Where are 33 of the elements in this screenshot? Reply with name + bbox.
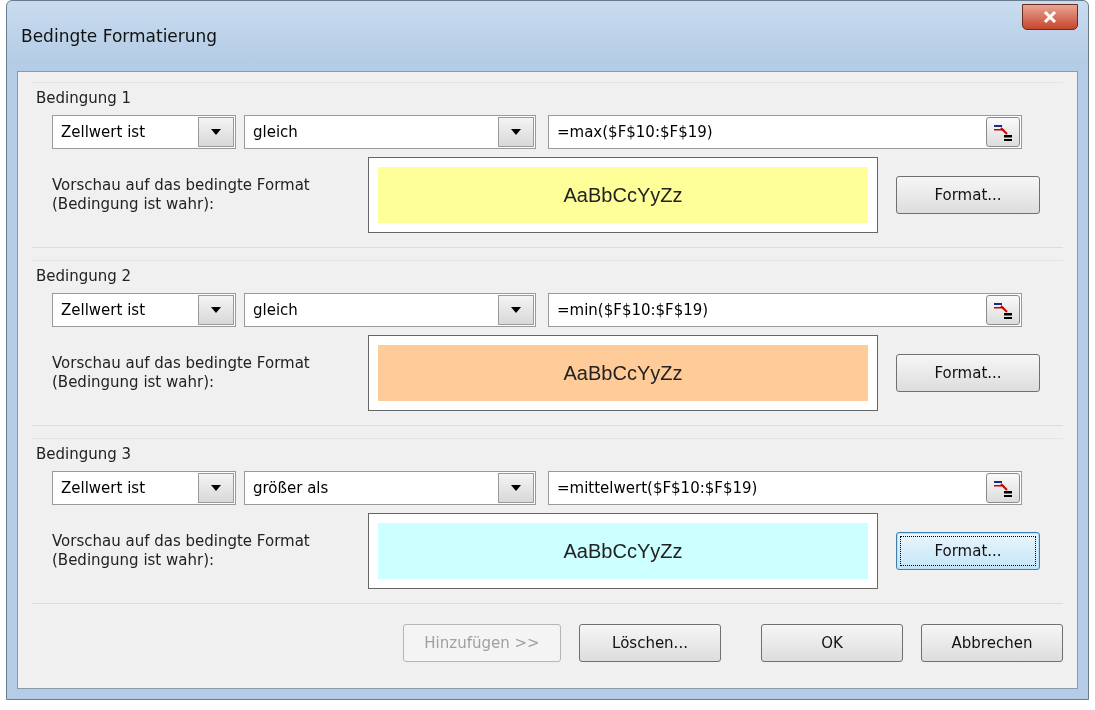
- type-dropdown[interactable]: Zellwert ist: [52, 293, 236, 327]
- format-preview: AaBbCcYyZz: [378, 167, 868, 223]
- operator-dropdown[interactable]: gleich: [244, 293, 536, 327]
- range-select-button[interactable]: [986, 473, 1020, 503]
- dialog-button[interactable]: Löschen...: [579, 624, 721, 662]
- range-select-icon: [992, 479, 1014, 497]
- preview-label: Vorschau auf das bedingte Format (Bedingung ist wahr):: [52, 175, 311, 215]
- range-select-icon: [992, 301, 1014, 319]
- format-button[interactable]: Format...: [896, 176, 1040, 214]
- range-select-button[interactable]: [986, 295, 1020, 325]
- close-icon: [1042, 10, 1058, 24]
- close-button[interactable]: [1022, 4, 1078, 30]
- type-dropdown[interactable]: Zellwert ist: [52, 115, 236, 149]
- preview-label: Vorschau auf das bedingte Format (Bedingung ist wahr):: [52, 353, 311, 393]
- formula-field[interactable]: =min($F$10:$F$19): [548, 293, 1022, 327]
- preview-label: Vorschau auf das bedingte Format (Bedingung ist wahr):: [52, 531, 311, 571]
- condition-heading: Bedingung 1: [36, 89, 133, 107]
- type-dropdown[interactable]: Zellwert ist: [52, 471, 236, 505]
- format-button[interactable]: Format...: [896, 532, 1040, 570]
- window-title: Bedingte Formatierung: [21, 26, 218, 46]
- condition-heading: Bedingung 3: [36, 445, 133, 463]
- range-select-icon: [992, 123, 1014, 141]
- operator-dropdown[interactable]: größer als: [244, 471, 536, 505]
- format-button[interactable]: Format...: [896, 354, 1040, 392]
- formula-field[interactable]: =max($F$10:$F$19): [548, 115, 1022, 149]
- dialog-button[interactable]: Abbrechen: [921, 624, 1063, 662]
- format-preview: AaBbCcYyZz: [378, 345, 868, 401]
- condition-heading: Bedingung 2: [36, 267, 133, 285]
- operator-dropdown[interactable]: gleich: [244, 115, 536, 149]
- format-preview: AaBbCcYyZz: [378, 523, 868, 579]
- dialog-button[interactable]: OK: [761, 624, 903, 662]
- formula-field[interactable]: =mittelwert($F$10:$F$19): [548, 471, 1022, 505]
- range-select-button[interactable]: [986, 117, 1020, 147]
